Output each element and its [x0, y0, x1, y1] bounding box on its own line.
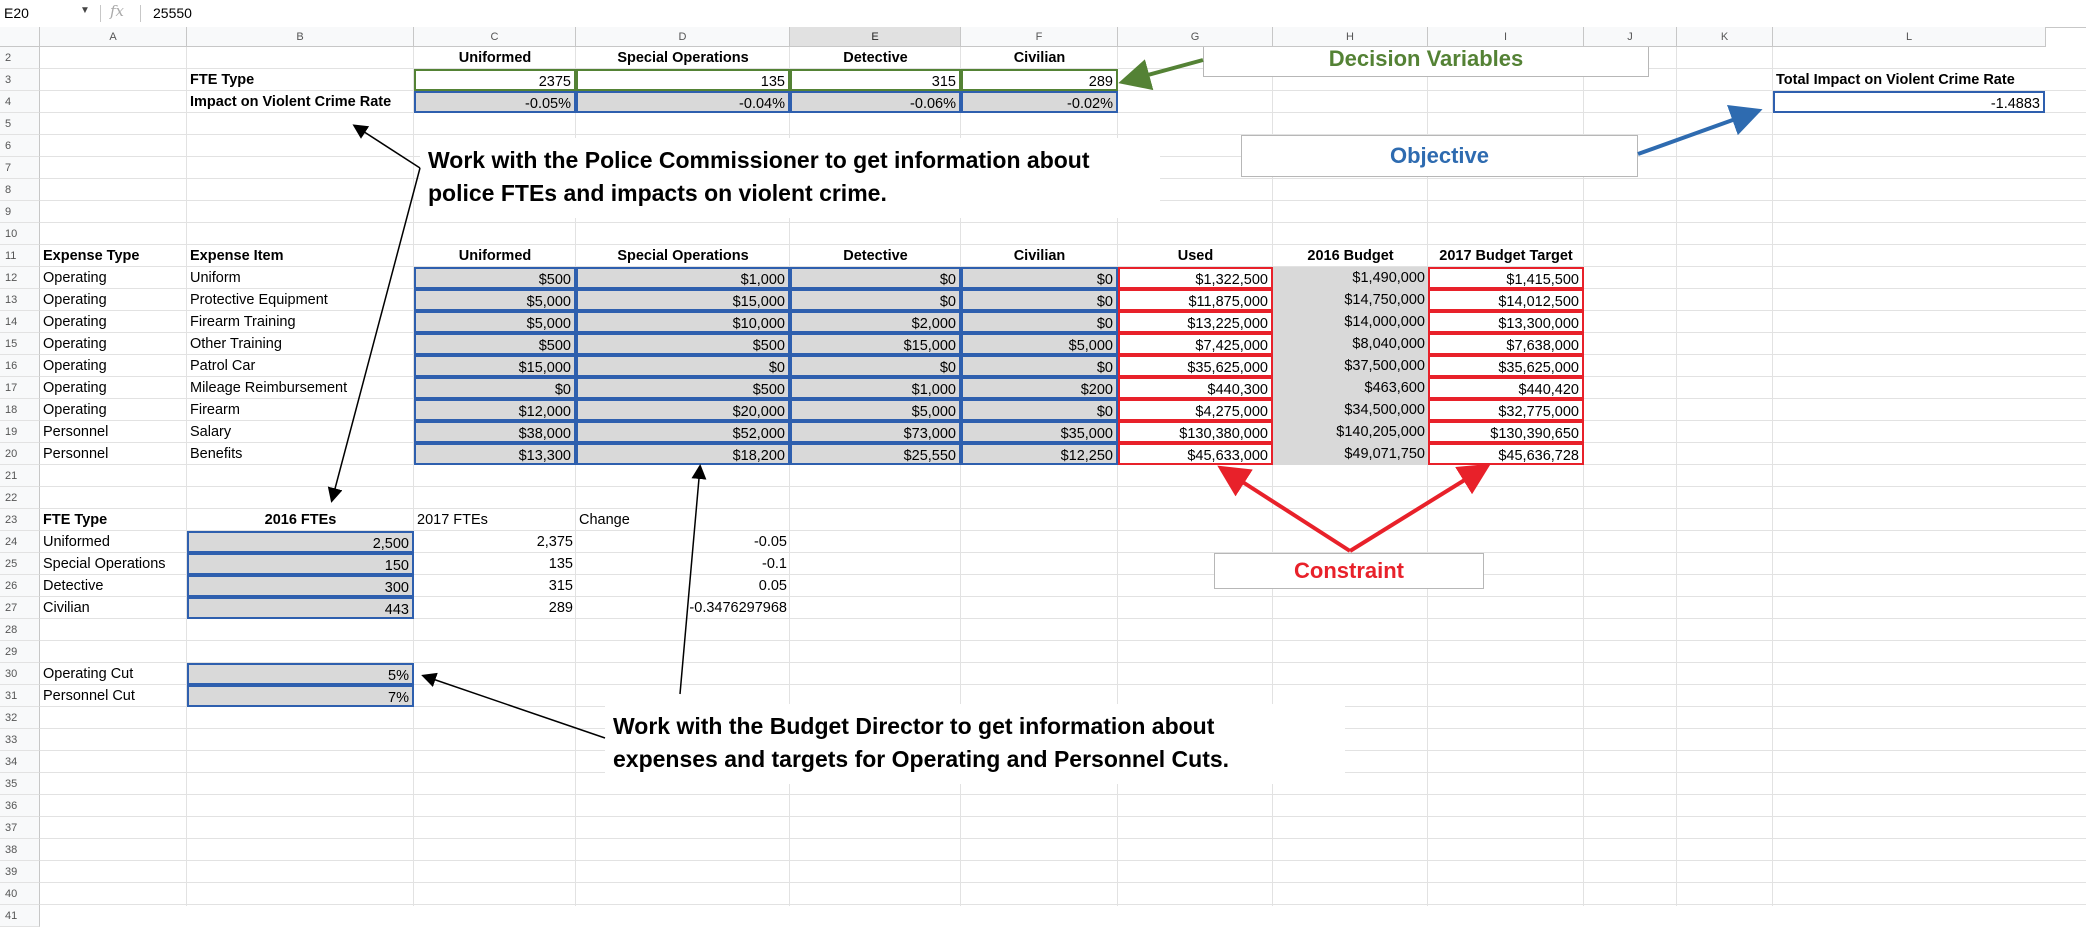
arrow-to-objective: [1637, 105, 1763, 156]
arrow-to-cuts: [421, 672, 606, 739]
arrow-to-budget-target-column: [1348, 463, 1491, 553]
arrow-to-2016-ftes: [327, 167, 421, 503]
arrow-to-impact-label: [352, 124, 421, 169]
arrow-to-used-column: [1217, 465, 1352, 553]
row-header-41[interactable]: 41: [0, 905, 40, 927]
annotation-arrows: [327, 58, 1763, 739]
arrow-to-expense-matrix: [679, 464, 707, 695]
arrow-to-decision-variables: [1118, 58, 1204, 91]
